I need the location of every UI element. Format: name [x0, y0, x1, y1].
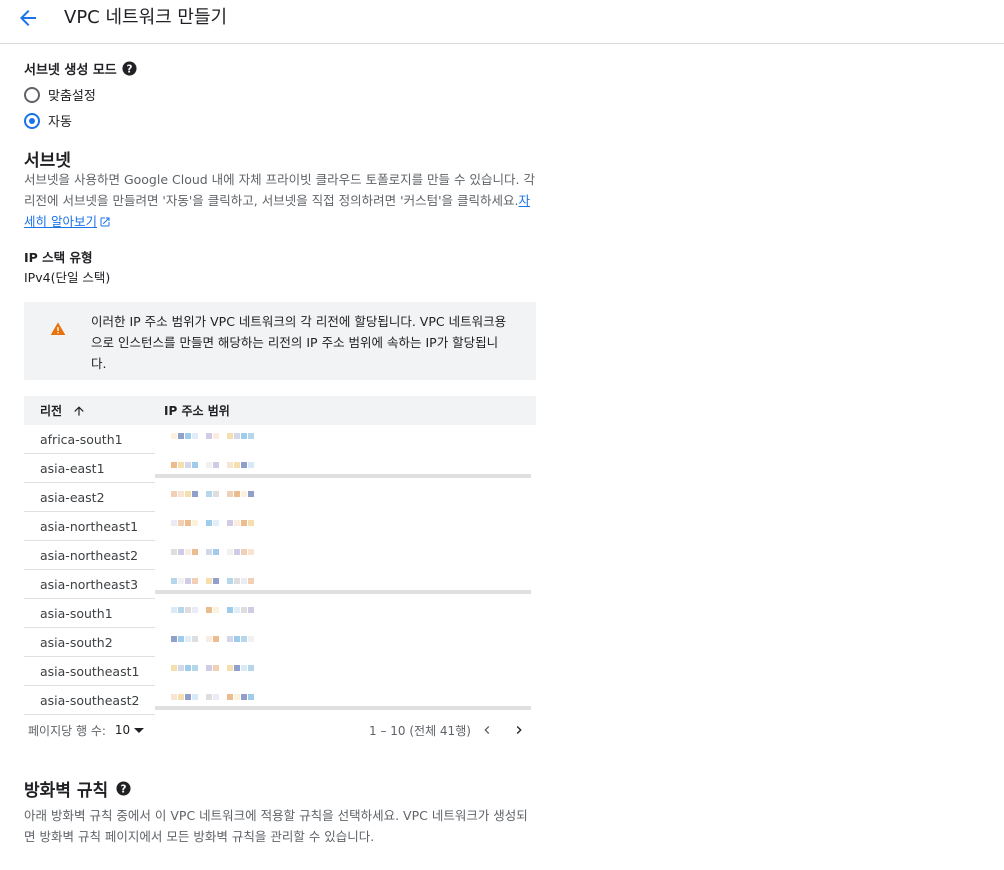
pixelated-ip-value [171, 462, 254, 468]
radio-auto-label: 자동 [48, 115, 72, 130]
radio-button-unchecked[interactable] [24, 86, 40, 103]
warning-line3: 다. [91, 356, 107, 371]
ip-stack-label: IP 스택 유형 [24, 250, 93, 265]
chevron-left-icon[interactable] [479, 722, 495, 738]
dropdown-arrow-icon [134, 728, 145, 733]
subnet-mode-label: 서브넷 생성 모드 [24, 63, 117, 78]
table-row: asia-northeast1 [24, 512, 536, 541]
pixelated-ip-value [171, 607, 254, 613]
subnet-mode-label-row: 서브넷 생성 모드 ? [24, 59, 137, 78]
warning-text: 이러한 IP 주소 범위가 VPC 네트워크의 각 리전에 할당됩니다. VPC… [91, 311, 521, 374]
learn-more-link[interactable]: 세히 알아보기 [24, 214, 97, 229]
firewall-desc-line2: 면 방화벽 규칙 페이지에서 모든 방화벽 규칙을 관리할 수 있습니다. [24, 829, 375, 844]
ip-range-cell-redacted [155, 425, 536, 454]
region-column-header[interactable]: 리전 [24, 402, 164, 419]
region-header-label: 리전 [40, 404, 63, 418]
pagination-bar: 페이지당 행 수: 10 1 – 10 (전체 41행) [24, 714, 536, 746]
warning-line1: 이러한 IP 주소 범위가 VPC 네트워크의 각 리전에 할당됩니다. VPC… [91, 314, 507, 329]
external-link-icon[interactable] [99, 216, 111, 228]
ip-range-cell-redacted [155, 483, 536, 512]
ip-range-cell-redacted [155, 512, 536, 541]
region-ip-table: 리전 IP 주소 범위 africa-south1 asia-east1 asia-… [24, 396, 536, 715]
ip-range-cell-redacted [155, 454, 536, 483]
help-icon[interactable]: ? [122, 61, 137, 76]
region-cell: asia-east1 [24, 454, 155, 483]
learn-more-link-a[interactable]: 자 [518, 193, 530, 208]
ip-stack-value: IPv4(단일 스택) [24, 270, 111, 285]
pixelated-ip-value [171, 665, 254, 671]
table-row: africa-south1 [24, 425, 536, 454]
region-cell: asia-northeast3 [24, 570, 155, 599]
pixelated-ip-value [171, 694, 254, 700]
region-cell: africa-south1 [24, 425, 155, 454]
radio-custom[interactable]: 맞춤설정 [24, 85, 96, 104]
pixelated-ip-value [171, 636, 254, 642]
ip-range-cell-redacted [155, 628, 536, 657]
table-row: asia-south1 [24, 599, 536, 628]
radio-custom-label: 맞춤설정 [48, 89, 96, 104]
rows-per-page-label: 페이지당 행 수: [28, 723, 106, 738]
table-row: asia-northeast3 [24, 570, 536, 599]
region-cell: asia-south2 [24, 628, 155, 657]
region-cell: asia-southeast1 [24, 657, 155, 686]
region-cell: asia-northeast1 [24, 512, 155, 541]
warning-banner: 이러한 IP 주소 범위가 VPC 네트워크의 각 리전에 할당됩니다. VPC… [24, 302, 536, 380]
ip-range-cell-redacted [155, 599, 536, 628]
help-icon[interactable]: ? [116, 781, 131, 796]
firewall-title: 방화벽 규칙 [24, 781, 109, 801]
ip-range-cell-redacted [155, 541, 536, 570]
pagination-range: 1 – 10 (전체 41행) [369, 723, 471, 738]
table-row: asia-southeast1 [24, 657, 536, 686]
subnets-title: 서브넷 [24, 151, 71, 171]
table-row: asia-northeast2 [24, 541, 536, 570]
subnets-desc-line2-wrap: 리전에 서브넷을 만들려면 '자동'을 클릭하고, 서브넷을 직접 정의하려면 … [24, 190, 536, 211]
firewall-title-row: 방화벽 규칙 ? [24, 776, 131, 801]
rows-per-page-select[interactable]: 10 [114, 723, 145, 737]
table-row: asia-east1 [24, 454, 536, 483]
firewall-description: 아래 방화벽 규칙 중에서 이 VPC 네트워크에 적용할 규칙을 선택하세요.… [24, 805, 536, 847]
region-cell: asia-south1 [24, 599, 155, 628]
table-row: asia-southeast2 [24, 686, 536, 715]
ip-range-cell-redacted [155, 570, 536, 599]
region-cell: asia-east2 [24, 483, 155, 512]
ip-range-cell-redacted [155, 686, 536, 715]
subnets-description: 서브넷을 사용하면 Google Cloud 내에 자체 프라이빗 클라우드 토… [24, 169, 536, 232]
radio-auto[interactable]: 자동 [24, 111, 72, 130]
pixelated-ip-value [171, 578, 254, 584]
row-separator [155, 706, 531, 710]
svg-text:?: ? [121, 783, 127, 795]
row-separator [155, 474, 531, 478]
table-row: asia-south2 [24, 628, 536, 657]
arrow-up-sort-icon[interactable] [72, 404, 86, 418]
table-row: asia-east2 [24, 483, 536, 512]
learn-more-wrap: 세히 알아보기 [24, 211, 536, 232]
top-bar: VPC 네트워크 만들기 [0, 0, 1004, 44]
radio-button-checked[interactable] [24, 112, 40, 129]
pixelated-ip-value [171, 491, 254, 497]
page-title: VPC 네트워크 만들기 [64, 7, 228, 28]
region-cell: asia-northeast2 [24, 541, 155, 570]
ip-range-column-header: IP 주소 범위 [164, 404, 230, 418]
pixelated-ip-value [171, 433, 254, 439]
table-body: africa-south1 asia-east1 asia-east2 asia-no… [24, 425, 536, 715]
back-arrow-icon[interactable] [16, 6, 40, 30]
subnets-desc-line2: 리전에 서브넷을 만들려면 '자동'을 클릭하고, 서브넷을 직접 정의하려면 … [24, 193, 519, 208]
firewall-desc-line1: 아래 방화벽 규칙 중에서 이 VPC 네트워크에 적용할 규칙을 선택하세요.… [24, 808, 528, 823]
table-header: 리전 IP 주소 범위 [24, 396, 536, 425]
svg-text:?: ? [126, 63, 132, 75]
warning-icon [50, 322, 66, 335]
subnets-desc-line1: 서브넷을 사용하면 Google Cloud 내에 자체 프라이빗 클라우드 토… [24, 172, 535, 187]
warning-line2: 으로 인스턴스를 만들면 해당하는 리전의 IP 주소 범위에 속하는 IP가 … [91, 335, 499, 350]
pixelated-ip-value [171, 549, 254, 555]
region-cell: asia-southeast2 [24, 686, 155, 715]
rows-per-page-value: 10 [114, 723, 131, 737]
chevron-right-icon[interactable] [511, 722, 527, 738]
ip-range-cell-redacted [155, 657, 536, 686]
pixelated-ip-value [171, 520, 254, 526]
row-separator [155, 590, 531, 594]
